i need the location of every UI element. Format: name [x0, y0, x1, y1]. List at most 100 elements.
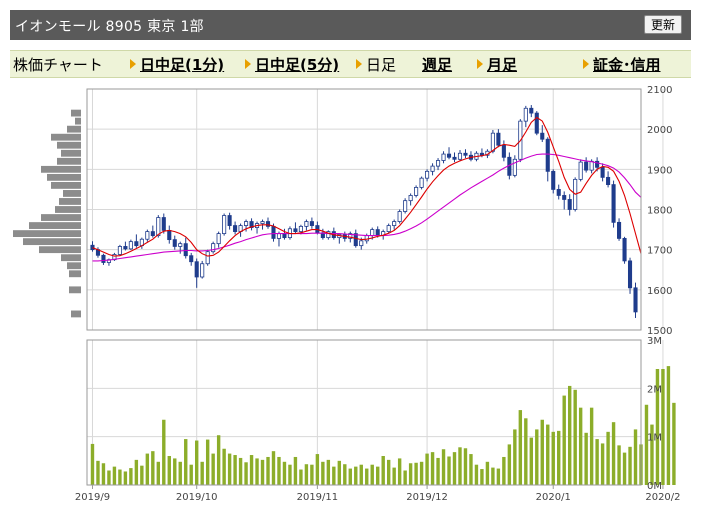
- tab-4[interactable]: 週足: [422, 54, 452, 75]
- candle-body: [276, 233, 282, 239]
- volume-bar: [211, 453, 215, 485]
- candle-body: [271, 225, 276, 239]
- stock-title: イオンモール 8905 東京 1部: [15, 19, 204, 35]
- profile-bar: [67, 125, 81, 133]
- volume-bar: [584, 432, 588, 485]
- candle-body: [567, 199, 572, 210]
- tab-5[interactable]: 月足: [477, 54, 517, 75]
- profile-bar: [51, 181, 81, 189]
- volume-bar: [156, 461, 161, 485]
- profile-bar: [41, 165, 81, 173]
- volume-bar: [310, 464, 314, 485]
- profile-bar: [61, 149, 81, 157]
- tab-arrow-icon: [245, 59, 251, 69]
- volume-bar: [496, 468, 501, 485]
- volume-bar: [227, 453, 232, 485]
- volume-bar: [90, 443, 95, 485]
- volume-bar: [606, 431, 610, 485]
- volume-tick-label: 1M: [647, 433, 662, 444]
- volume-bar: [644, 404, 649, 485]
- price-tick-label: 1900: [647, 165, 672, 176]
- candle-body: [375, 229, 380, 237]
- profile-bar: [69, 270, 81, 278]
- x-tick-label: 2020/2: [645, 492, 680, 503]
- volume-bar: [436, 457, 440, 485]
- candle-body: [200, 263, 205, 278]
- volume-bar: [452, 452, 457, 485]
- volume-bar: [167, 456, 171, 485]
- volume-bar: [365, 468, 369, 485]
- volume-bar: [370, 464, 374, 485]
- volume-bar: [304, 464, 309, 485]
- volume-bar: [573, 389, 577, 485]
- volume-bar: [112, 466, 117, 485]
- x-tick-label: 2019/10: [176, 492, 218, 503]
- tab-arrow-icon: [583, 59, 589, 69]
- volume-bar: [578, 407, 583, 485]
- profile-bar: [69, 286, 81, 294]
- candle-body: [117, 246, 122, 255]
- x-tick-label: 2019/11: [297, 492, 339, 503]
- x-tick-label: 2019/12: [406, 492, 448, 503]
- profile-bar: [47, 173, 81, 181]
- candle-body: [293, 228, 298, 232]
- volume-bar: [529, 437, 533, 485]
- profile-bar: [61, 254, 81, 262]
- volume-bar: [140, 465, 144, 485]
- profile-bar: [57, 157, 81, 165]
- tab-arrow-icon: [477, 59, 483, 69]
- volume-bar: [184, 439, 188, 485]
- volume-bar: [502, 456, 506, 485]
- tab-1[interactable]: 日中足(1分): [130, 54, 224, 75]
- candle-body: [425, 170, 430, 179]
- header-bar: イオンモール 8905 東京 1部 更新: [10, 10, 691, 40]
- volume-bar: [557, 430, 561, 485]
- price-tick-label: 2000: [647, 125, 672, 136]
- volume-bar: [271, 451, 276, 485]
- volume-bar: [376, 466, 380, 485]
- candle-body: [512, 158, 517, 176]
- profile-bar: [71, 310, 81, 318]
- volume-bar: [162, 419, 166, 485]
- volume-bar: [666, 366, 671, 485]
- candle-body: [244, 221, 249, 226]
- price-tick-label: 1700: [647, 246, 672, 257]
- volume-bar: [238, 457, 243, 485]
- candle-body: [534, 112, 539, 134]
- candle-body: [523, 107, 528, 122]
- profile-bar: [55, 206, 81, 213]
- refresh-button[interactable]: 更新: [643, 15, 682, 34]
- tab-0: 株価チャート: [13, 54, 103, 75]
- candle-body: [309, 221, 314, 226]
- candle-body: [211, 243, 216, 253]
- candle-body: [633, 287, 638, 313]
- volume-bar: [441, 449, 446, 485]
- candle-body: [556, 189, 561, 196]
- candle-body: [134, 241, 139, 247]
- candle-body: [282, 233, 287, 239]
- candle-body: [178, 243, 183, 247]
- tab-label: 月足: [487, 56, 518, 74]
- profile-bar: [39, 246, 81, 254]
- candle-body: [145, 231, 150, 240]
- candle-body: [452, 156, 457, 160]
- candle-body: [457, 152, 463, 160]
- volume-bar: [145, 453, 150, 485]
- candle-body: [364, 235, 369, 242]
- volume-bar: [633, 429, 638, 485]
- candle-body: [441, 153, 446, 161]
- volume-bar: [216, 435, 221, 485]
- candle-body: [123, 246, 128, 250]
- volume-bar: [546, 424, 550, 485]
- candles: [90, 105, 638, 318]
- volume-bar: [419, 461, 424, 485]
- tab-6[interactable]: 証金･信用: [583, 54, 661, 75]
- volume-bar: [359, 464, 363, 485]
- volume-bar: [277, 456, 281, 485]
- tab-label: 日中足(1分): [140, 56, 225, 74]
- volume-bar: [540, 419, 544, 485]
- candle-body: [606, 176, 611, 185]
- price-tick-label: 1600: [647, 286, 672, 297]
- price-tick-label: 1800: [647, 206, 672, 217]
- tab-2[interactable]: 日中足(5分): [245, 54, 339, 75]
